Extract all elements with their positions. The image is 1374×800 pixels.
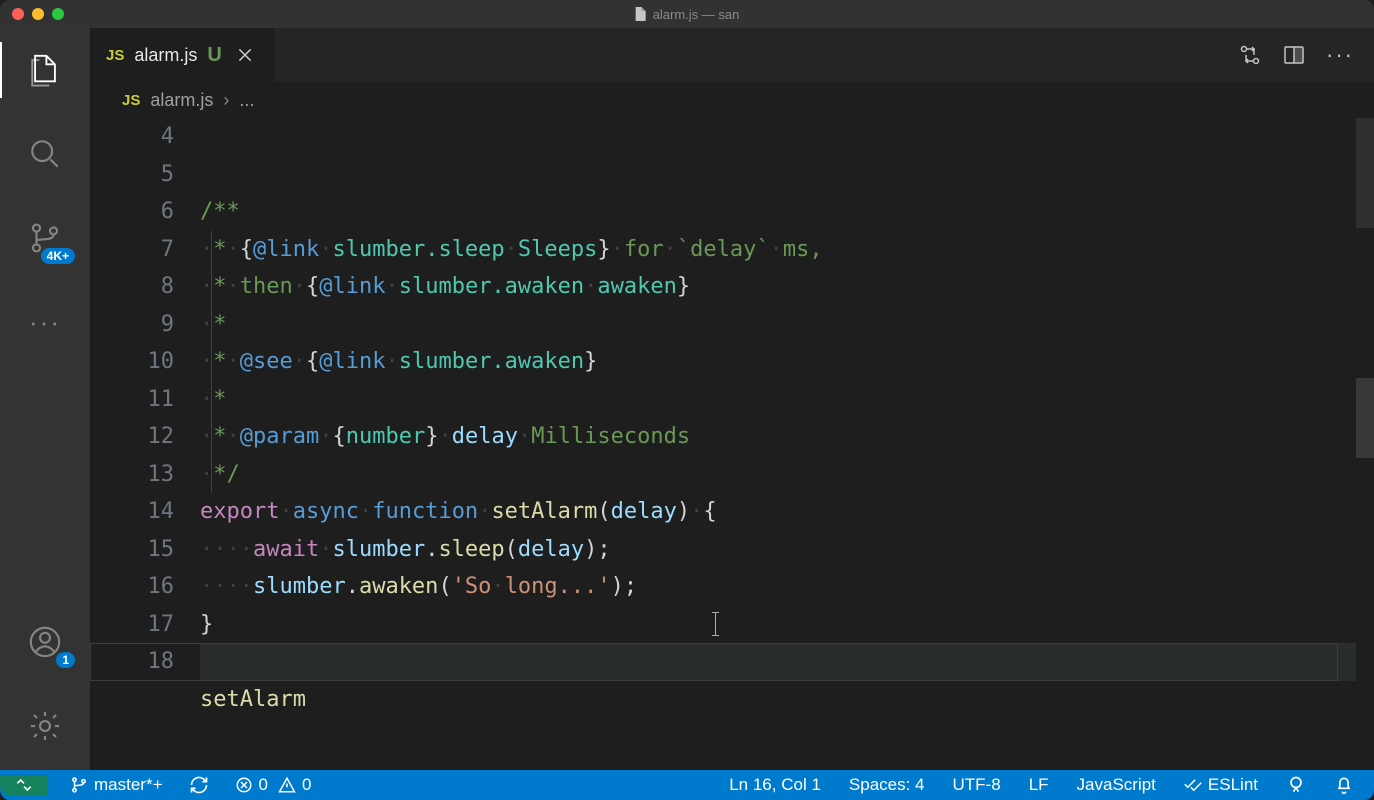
titlebar: alarm.js — san <box>0 0 1374 28</box>
remote-indicator[interactable] <box>0 775 48 795</box>
more-actions-button[interactable]: ··· <box>1326 42 1354 68</box>
sync-status[interactable] <box>185 775 213 795</box>
code-line[interactable]: } <box>200 606 1356 644</box>
git-branch-status[interactable]: master*+ <box>66 775 167 795</box>
tab-bar: JS alarm.js U ··· <box>90 28 1374 82</box>
close-window-button[interactable] <box>12 8 24 20</box>
window-controls <box>0 8 64 20</box>
js-file-icon: JS <box>106 47 124 64</box>
code-editor[interactable]: 456789101112131415161718 /**·*·{@link·sl… <box>90 118 1374 770</box>
code-line[interactable]: /** <box>200 193 1356 231</box>
line-number: 7 <box>90 231 174 269</box>
indentation-status[interactable]: Spaces: 4 <box>845 775 929 795</box>
settings-button[interactable] <box>21 702 69 750</box>
warning-icon <box>278 776 296 794</box>
error-count: 0 <box>259 775 268 795</box>
window-title-text: alarm.js — san <box>653 7 740 22</box>
notifications-button[interactable] <box>1330 775 1358 795</box>
minimize-window-button[interactable] <box>32 8 44 20</box>
minimap[interactable] <box>1356 118 1374 770</box>
more-views[interactable]: ··· <box>21 298 69 346</box>
cursor-position[interactable]: Ln 16, Col 1 <box>725 775 825 795</box>
breadcrumb-rest: ... <box>239 90 254 111</box>
breadcrumb-file: alarm.js <box>150 90 213 111</box>
gear-icon <box>28 709 62 743</box>
problems-status[interactable]: 0 0 <box>231 775 316 795</box>
code-line[interactable]: ·*·{@link·slumber.sleep·Sleeps}·for·`del… <box>200 231 1356 269</box>
editor-tab-alarm-js[interactable]: JS alarm.js U <box>90 28 275 82</box>
line-number: 17 <box>90 606 174 644</box>
accounts-button[interactable]: 1 <box>21 618 69 666</box>
code-content[interactable]: /**·*·{@link·slumber.sleep·Sleeps}·for·`… <box>200 118 1356 770</box>
check-all-icon <box>1184 776 1202 794</box>
line-number: 11 <box>90 381 174 419</box>
account-badge: 1 <box>56 652 75 668</box>
minimap-highlight <box>1356 378 1374 458</box>
branch-name: master*+ <box>94 775 163 795</box>
search-tab[interactable] <box>21 130 69 178</box>
code-line[interactable]: ····await·slumber.sleep(delay); <box>200 531 1356 569</box>
files-icon <box>28 53 62 87</box>
split-editor-icon[interactable] <box>1282 43 1306 67</box>
line-number: 4 <box>90 118 174 156</box>
code-line[interactable] <box>200 718 1356 756</box>
error-icon <box>235 776 253 794</box>
js-file-icon: JS <box>122 92 140 109</box>
text-cursor <box>715 612 716 636</box>
line-number: 9 <box>90 306 174 344</box>
feedback-icon <box>1286 775 1306 795</box>
code-line[interactable]: ·*·@see·{@link·slumber.awaken} <box>200 343 1356 381</box>
language-mode[interactable]: JavaScript <box>1073 775 1160 795</box>
code-line[interactable]: ·* <box>200 306 1356 344</box>
window-title: alarm.js — san <box>635 7 740 22</box>
minimap-viewport[interactable] <box>1356 118 1374 228</box>
code-line[interactable]: ·*/ <box>200 456 1356 494</box>
line-number: 18 <box>90 643 174 681</box>
scm-badge: 4K+ <box>41 248 75 264</box>
line-number: 14 <box>90 493 174 531</box>
editor-actions: ··· <box>1238 28 1374 82</box>
tab-label: alarm.js <box>134 45 197 66</box>
line-number-gutter: 456789101112131415161718 <box>90 118 200 770</box>
code-line[interactable]: setAlarm <box>200 681 1356 719</box>
line-number: 15 <box>90 531 174 569</box>
close-icon <box>236 46 254 64</box>
explorer-tab[interactable] <box>21 46 69 94</box>
eol-status[interactable]: LF <box>1025 775 1053 795</box>
code-line[interactable]: ·* <box>200 381 1356 419</box>
compare-icon[interactable] <box>1238 43 1262 67</box>
line-number: 16 <box>90 568 174 606</box>
status-bar: master*+ 0 0 Ln 16, Col 1 Spaces: 4 UTF-… <box>0 770 1374 800</box>
warning-count: 0 <box>302 775 311 795</box>
code-line[interactable]: ·*·@param·{number}·delay·Milliseconds <box>200 418 1356 456</box>
line-number: 13 <box>90 456 174 494</box>
remote-icon <box>14 775 34 795</box>
activity-bar: 4K+ ··· 1 <box>0 28 90 770</box>
breadcrumb[interactable]: JS alarm.js › ... <box>90 82 1374 118</box>
feedback-button[interactable] <box>1282 775 1310 795</box>
line-number: 10 <box>90 343 174 381</box>
sync-icon <box>189 775 209 795</box>
line-number: 5 <box>90 156 174 194</box>
bell-icon <box>1334 775 1354 795</box>
line-number: 12 <box>90 418 174 456</box>
code-line[interactable]: ····slumber.awaken('So·long...'); <box>200 568 1356 606</box>
encoding-status[interactable]: UTF-8 <box>949 775 1005 795</box>
code-line[interactable]: ·*·then·{@link·slumber.awaken·awaken} <box>200 268 1356 306</box>
git-branch-icon <box>70 776 88 794</box>
close-tab-button[interactable] <box>232 46 258 64</box>
code-line[interactable] <box>200 643 1356 681</box>
search-icon <box>28 137 62 171</box>
line-number: 8 <box>90 268 174 306</box>
eslint-status[interactable]: ESLint <box>1180 775 1262 795</box>
editor-area: JS alarm.js U ··· JS alarm.js › ... <box>90 28 1374 770</box>
file-icon <box>635 7 647 21</box>
chevron-right-icon: › <box>223 90 229 111</box>
code-line[interactable]: export·async·function·setAlarm(delay)·{ <box>200 493 1356 531</box>
git-untracked-badge: U <box>207 44 221 67</box>
zoom-window-button[interactable] <box>52 8 64 20</box>
source-control-tab[interactable]: 4K+ <box>21 214 69 262</box>
line-number: 6 <box>90 193 174 231</box>
